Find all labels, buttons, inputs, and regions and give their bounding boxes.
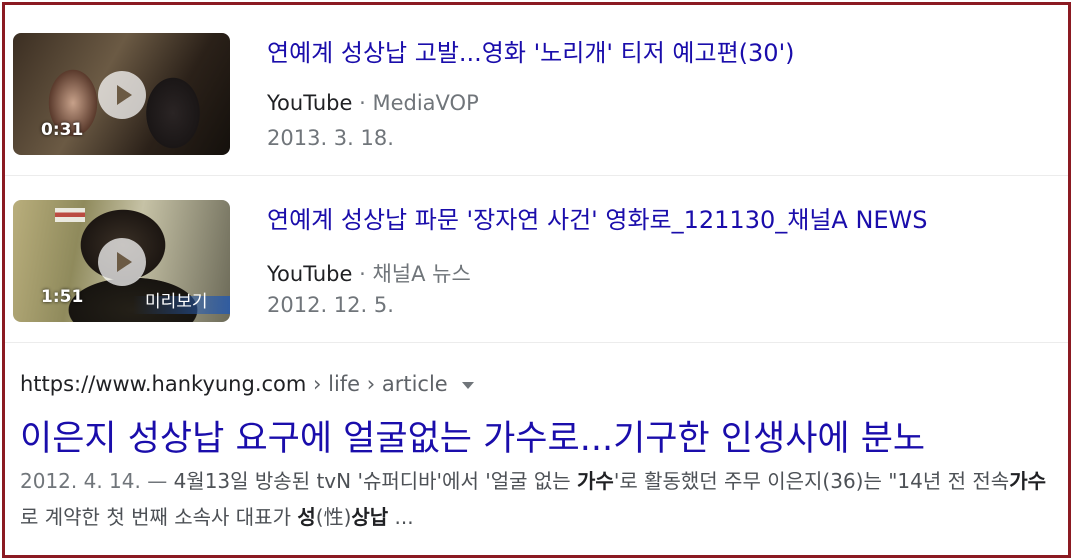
result-domain: https://www.hankyung.com (20, 372, 307, 396)
video-platform: YouTube (267, 262, 353, 286)
result-url[interactable]: https://www.hankyung.com › life › articl… (20, 372, 474, 396)
preview-label: 미리보기 (145, 292, 208, 312)
highlighted-term: 상납 (351, 505, 389, 529)
search-results-frame: 0:31 연예계 성상납 고발...영화 '노리개' 티저 예고편(30') Y… (2, 2, 1071, 558)
meta-separator: · (359, 262, 366, 286)
video-channel: MediaVOP (372, 91, 479, 115)
snippet-date: 2012. 4. 14. (20, 469, 141, 493)
video-duration: 0:31 (41, 120, 84, 140)
flag-image (55, 208, 85, 222)
play-icon[interactable] (98, 238, 146, 286)
video-source: YouTube · MediaVOP (267, 91, 479, 115)
video-date: 2013. 3. 18. (267, 126, 394, 150)
play-icon[interactable] (98, 71, 146, 119)
highlighted-term: 가수 (1009, 469, 1047, 493)
video-platform: YouTube (267, 91, 353, 115)
video-thumbnail[interactable]: 미리보기 1:51 (13, 200, 230, 322)
dropdown-caret-icon[interactable] (461, 381, 474, 389)
video-result[interactable]: 0:31 연예계 성상납 고발...영화 '노리개' 티저 예고편(30') Y… (5, 5, 1068, 170)
video-date: 2012. 12. 5. (267, 293, 394, 317)
video-title-link[interactable]: 연예계 성상납 파문 '장자연 사건' 영화로_121130_채널A NEWS (267, 200, 928, 235)
highlighted-term: 가수 (577, 469, 614, 493)
meta-separator: · (359, 91, 366, 115)
result-breadcrumbs: › life › article (306, 372, 448, 396)
section-divider (5, 342, 1068, 343)
video-channel: 채널A 뉴스 (372, 262, 471, 286)
video-title-link[interactable]: 연예계 성상납 고발...영화 '노리개' 티저 예고편(30') (267, 33, 795, 68)
video-result[interactable]: 미리보기 1:51 연예계 성상납 파문 '장자연 사건' 영화로_121130… (5, 175, 1068, 341)
video-source: YouTube · 채널A 뉴스 (267, 258, 471, 288)
video-duration: 1:51 (41, 287, 84, 307)
highlighted-term: 성 (297, 505, 316, 529)
result-snippet: 2012. 4. 14. — 4월13일 방송된 tvN '슈퍼디바'에서 '얼… (20, 469, 1047, 529)
result-title-link[interactable]: 이은지 성상납 요구에 얼굴없는 가수로...기구한 인생사에 분노 (20, 410, 925, 461)
video-thumbnail[interactable]: 0:31 (13, 33, 230, 155)
